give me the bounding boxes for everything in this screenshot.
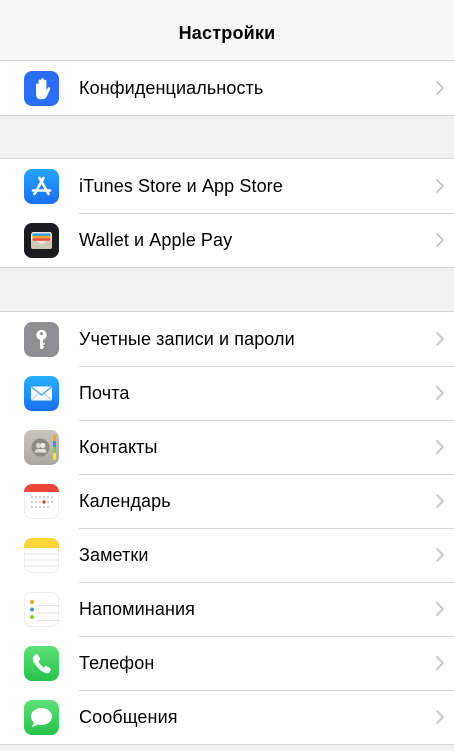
- mail-icon: [24, 376, 59, 411]
- settings-row-wallet-apple-pay[interactable]: Wallet и Apple Pay: [0, 213, 454, 267]
- chevron-right-icon: [434, 177, 446, 195]
- settings-row-calendar[interactable]: Календарь: [0, 474, 454, 528]
- settings-row-label: Телефон: [79, 652, 155, 673]
- contacts-icon: [24, 430, 59, 465]
- page-title: Настройки: [178, 22, 276, 43]
- settings-row-label: Сообщения: [79, 706, 178, 727]
- settings-row-label: Учетные записи и пароли: [79, 328, 295, 349]
- reminders-icon: [24, 592, 59, 627]
- key-icon: [24, 322, 59, 357]
- chevron-right-icon: [434, 546, 446, 564]
- chevron-right-icon: [434, 492, 446, 510]
- settings-row-privacy[interactable]: Конфиденциальность: [0, 61, 454, 115]
- chevron-right-icon: [434, 79, 446, 97]
- settings-row-label: Почта: [79, 382, 130, 403]
- chevron-right-icon: [434, 654, 446, 672]
- wallet-icon: [24, 223, 59, 258]
- settings-group-privacy: Конфиденциальность: [0, 60, 454, 116]
- chevron-right-icon: [434, 708, 446, 726]
- settings-row-accounts-passwords[interactable]: Учетные записи и пароли: [0, 312, 454, 366]
- settings-row-mail[interactable]: Почта: [0, 366, 454, 420]
- settings-row-label: Календарь: [79, 490, 171, 511]
- settings-row-label: Wallet и Apple Pay: [79, 229, 233, 250]
- settings-row-label: iTunes Store и App Store: [79, 175, 283, 196]
- phone-icon: [24, 646, 59, 681]
- calendar-icon: [24, 484, 59, 519]
- settings-group-store: iTunes Store и App Store Wallet и Apple …: [0, 158, 454, 268]
- chevron-right-icon: [434, 438, 446, 456]
- settings-row-reminders[interactable]: Напоминания: [0, 582, 454, 636]
- chevron-right-icon: [434, 384, 446, 402]
- settings-row-label: Напоминания: [79, 598, 195, 619]
- settings-row-notes[interactable]: Заметки: [0, 528, 454, 582]
- settings-row-contacts[interactable]: Контакты: [0, 420, 454, 474]
- notes-icon: [24, 538, 59, 573]
- privacy-hand-icon: [24, 71, 59, 106]
- settings-row-label: Заметки: [79, 544, 149, 565]
- settings-group-apps: Учетные записи и пароли Почта Контакты К…: [0, 311, 454, 745]
- chevron-right-icon: [434, 600, 446, 618]
- messages-icon: [24, 700, 59, 735]
- settings-row-itunes-app-store[interactable]: iTunes Store и App Store: [0, 159, 454, 213]
- settings-screen: Настройки Конфиденциальность iTunes Stor…: [0, 0, 454, 751]
- chevron-right-icon: [434, 231, 446, 249]
- settings-row-phone[interactable]: Телефон: [0, 636, 454, 690]
- settings-row-label: Контакты: [79, 436, 158, 457]
- navigation-bar: Настройки: [0, 0, 454, 61]
- settings-row-label: Конфиденциальность: [79, 77, 264, 98]
- settings-row-messages[interactable]: Сообщения: [0, 690, 454, 744]
- chevron-right-icon: [434, 330, 446, 348]
- app-store-icon: [24, 169, 59, 204]
